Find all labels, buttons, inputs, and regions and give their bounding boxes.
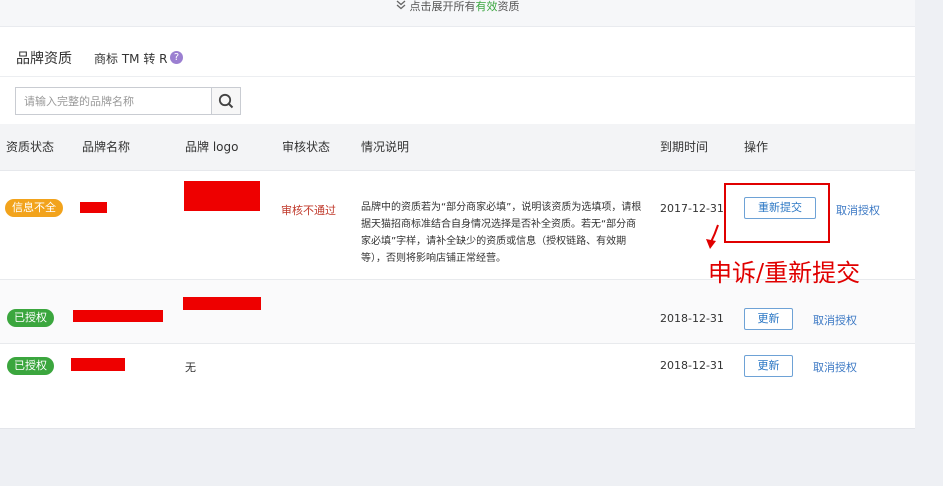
expand-all-prefix: 点击展开所有 xyxy=(409,0,476,13)
status-badge: 信息不全 xyxy=(5,199,63,217)
revoke-authorization-link[interactable]: 取消授权 xyxy=(813,359,857,375)
review-status: 审核不通过 xyxy=(281,204,336,217)
brand-logo-none: 无 xyxy=(185,361,196,374)
header-actions: 操作 xyxy=(744,140,769,154)
redacted-brand-name xyxy=(71,358,125,371)
header-review-status: 审核状态 xyxy=(282,140,331,154)
brand-qualification-panel: 点击展开所有有效资质 品牌资质 商标 TM 转 R ? 资质状态 品牌名称 品牌… xyxy=(0,0,915,429)
brand-search xyxy=(15,87,241,115)
header-brand-name: 品牌名称 xyxy=(82,140,131,154)
divider xyxy=(0,76,915,77)
redacted-brand-logo xyxy=(183,297,261,310)
table-row: 已授权 无 2018-12-31 更新 取消授权 xyxy=(0,344,915,390)
annotation-label: 申诉/重新提交 xyxy=(708,259,861,287)
tab-trademark-tm-to-r[interactable]: 商标 TM 转 R xyxy=(94,50,167,67)
tab-brand-qualification[interactable]: 品牌资质 xyxy=(16,48,72,68)
update-button[interactable]: 更新 xyxy=(744,355,793,377)
header-brand-logo: 品牌 logo xyxy=(185,140,239,154)
annotation-highlight-box xyxy=(724,183,830,243)
expire-date: 2018-12-31 xyxy=(660,359,724,372)
search-button[interactable] xyxy=(211,88,240,114)
header-expire-date: 到期时间 xyxy=(660,140,709,154)
redacted-brand-name xyxy=(73,310,163,322)
expand-all-highlight: 有效 xyxy=(475,0,498,13)
redacted-brand-logo xyxy=(184,181,260,211)
table-row: 已授权 2018-12-31 更新 取消授权 xyxy=(0,280,915,344)
header-description: 情况说明 xyxy=(361,140,410,154)
revoke-authorization-link[interactable]: 取消授权 xyxy=(813,312,857,328)
double-chevron-down-icon xyxy=(396,0,406,14)
expand-all-bar[interactable]: 点击展开所有有效资质 xyxy=(0,0,915,27)
help-icon[interactable]: ? xyxy=(170,51,183,64)
search-icon xyxy=(218,93,234,109)
update-button[interactable]: 更新 xyxy=(744,308,793,330)
expire-date: 2017-12-31 xyxy=(660,202,724,215)
expire-date: 2018-12-31 xyxy=(660,312,724,325)
annotation-arrow-icon xyxy=(706,224,719,249)
status-badge: 已授权 xyxy=(7,309,54,327)
brand-search-input[interactable] xyxy=(16,88,222,114)
expand-all-suffix: 资质 xyxy=(497,0,520,13)
table-header: 资质状态 品牌名称 品牌 logo 审核状态 情况说明 到期时间 操作 xyxy=(0,124,915,171)
redacted-brand-name xyxy=(80,202,107,213)
revoke-authorization-link[interactable]: 取消授权 xyxy=(836,202,880,218)
status-description: 品牌中的资质若为“部分商家必填”，说明该资质为选填项，请根据天猫招商标准结合自身… xyxy=(361,202,642,264)
status-badge: 已授权 xyxy=(7,357,54,375)
header-status: 资质状态 xyxy=(6,140,55,154)
